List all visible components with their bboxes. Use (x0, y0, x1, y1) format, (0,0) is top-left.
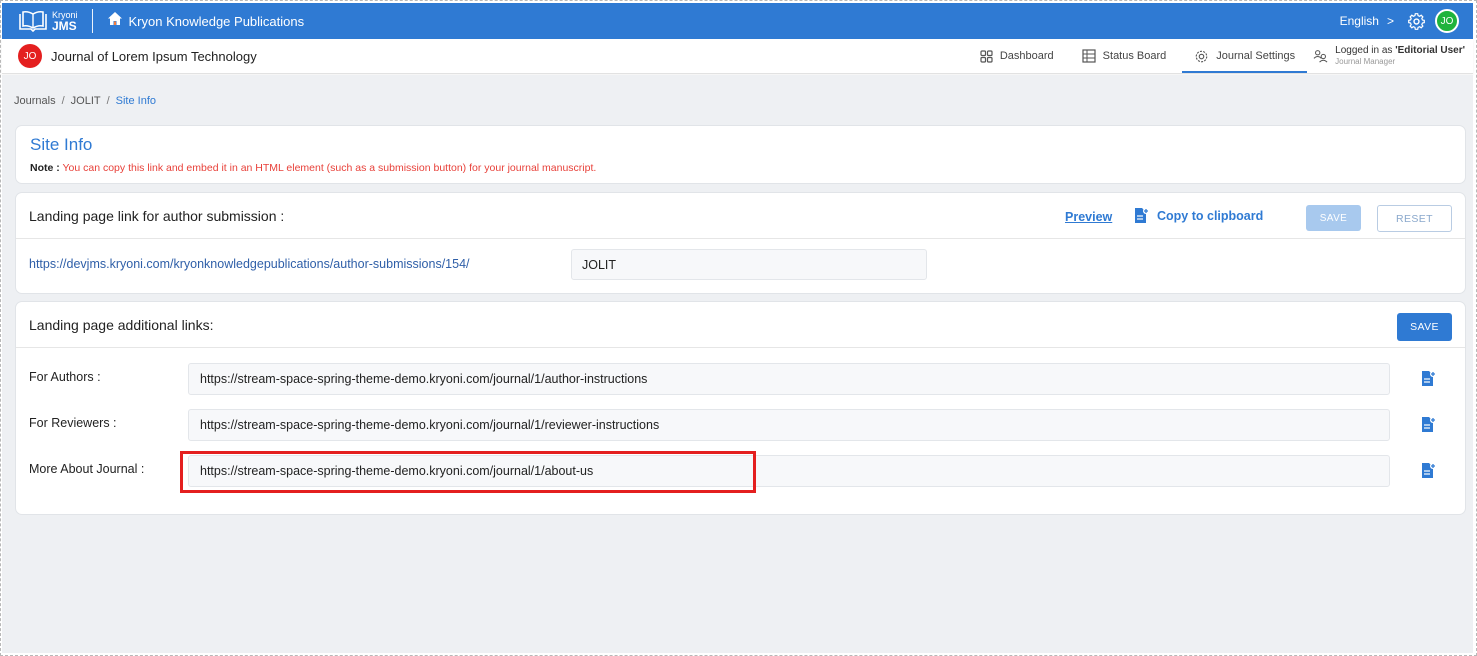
copy-to-clipboard-label: Copy to clipboard (1157, 208, 1264, 223)
author-link-input[interactable] (188, 363, 1390, 395)
gear-icon (1195, 50, 1208, 62)
user-avatar[interactable]: JO (1435, 9, 1459, 33)
landing-url-prefix: https://devjms.kryoni.com/kryonknowledge… (29, 257, 470, 271)
journal-slug-input[interactable] (571, 249, 927, 280)
landing-reset-button[interactable]: RESET (1377, 205, 1452, 232)
breadcrumb-journals[interactable]: Journals (14, 95, 56, 107)
page-title: Site Info (30, 135, 93, 154)
user-switch-icon (1313, 49, 1328, 63)
book-logo-icon (19, 10, 47, 32)
copy-file-icon[interactable] (1421, 370, 1436, 392)
header-divider (91, 9, 93, 33)
preview-link[interactable]: Preview (1065, 210, 1112, 224)
top-bar: Kryoni JMS Kryon Knowledge Publications … (2, 3, 1473, 39)
user-role: Journal Manager (1335, 57, 1396, 66)
landing-card-title: Landing page link for author submission … (29, 208, 285, 224)
author-link-row: For Authors : (16, 363, 1465, 397)
about-link-row: More About Journal : (16, 455, 1465, 489)
journal-title[interactable]: Journal of Lorem Ipsum Technology (51, 49, 257, 64)
nav-journal-settings-label: Journal Settings (1216, 50, 1296, 62)
note-text: You can copy this link and embed it in a… (62, 162, 597, 174)
about-link-input[interactable] (188, 455, 1390, 487)
landing-link-card: Landing page link for author submission … (15, 192, 1466, 294)
nav-dashboard[interactable]: Dashboard (966, 39, 1068, 73)
breadcrumb-jolit[interactable]: JOLIT (71, 95, 101, 107)
home-icon[interactable] (107, 11, 123, 31)
logo-line-2: JMS (52, 19, 77, 33)
breadcrumb-current: Site Info (115, 95, 157, 107)
additional-links-header: Landing page additional links: SAVE (16, 302, 1465, 348)
copy-to-clipboard-button[interactable]: Copy to clipboard (1134, 207, 1263, 224)
breadcrumb-separator: / (61, 95, 65, 107)
gear-icon[interactable] (1408, 12, 1425, 30)
breadcrumb-separator: / (106, 95, 110, 107)
additional-links-title: Landing page additional links: (29, 317, 214, 333)
landing-save-button[interactable]: SAVE (1306, 205, 1361, 231)
author-link-label: For Authors : (29, 370, 101, 384)
main-content: Journals / JOLIT / Site Info Site Info Note … (2, 75, 1473, 653)
copy-file-icon[interactable] (1421, 462, 1436, 484)
chevron-right-icon[interactable]: > (1387, 14, 1394, 28)
about-link-label: More About Journal : (29, 462, 145, 476)
journal-badge: JO (18, 44, 42, 68)
landing-card-header: Landing page link for author submission … (16, 193, 1465, 239)
nav-status-board-label: Status Board (1102, 50, 1167, 62)
organization-name[interactable]: Kryon Knowledge Publications (129, 14, 305, 29)
nav-journal-settings[interactable]: Journal Settings (1180, 39, 1309, 73)
grid-icon (980, 49, 993, 63)
additional-links-card: Landing page additional links: SAVE For … (15, 301, 1466, 515)
journal-nav-bar: JO Journal of Lorem Ipsum Technology Das… (2, 39, 1473, 74)
language-selector[interactable]: English (1340, 14, 1379, 28)
reviewer-link-row: For Reviewers : (16, 409, 1465, 443)
nav-dashboard-label: Dashboard (999, 50, 1054, 62)
reviewer-link-input[interactable] (188, 409, 1390, 441)
site-info-card: Site Info Note : You can copy this link … (15, 125, 1466, 184)
reviewer-link-label: For Reviewers : (29, 416, 117, 430)
user-info[interactable]: Logged in as 'Editorial User' Journal Ma… (1313, 45, 1465, 67)
user-name: 'Editorial User' (1395, 45, 1465, 56)
breadcrumb: Journals / JOLIT / Site Info (14, 95, 156, 107)
note-label: Note : (30, 162, 60, 174)
logged-in-prefix: Logged in as (1335, 45, 1396, 56)
app-logo[interactable]: Kryoni JMS (18, 10, 78, 32)
additional-links-save-button[interactable]: SAVE (1397, 313, 1452, 341)
nav-status-board[interactable]: Status Board (1068, 39, 1181, 73)
copy-file-icon (1135, 208, 1149, 223)
copy-file-icon[interactable] (1421, 416, 1436, 438)
board-icon (1082, 49, 1096, 63)
site-info-note: Note : You can copy this link and embed … (30, 162, 596, 174)
